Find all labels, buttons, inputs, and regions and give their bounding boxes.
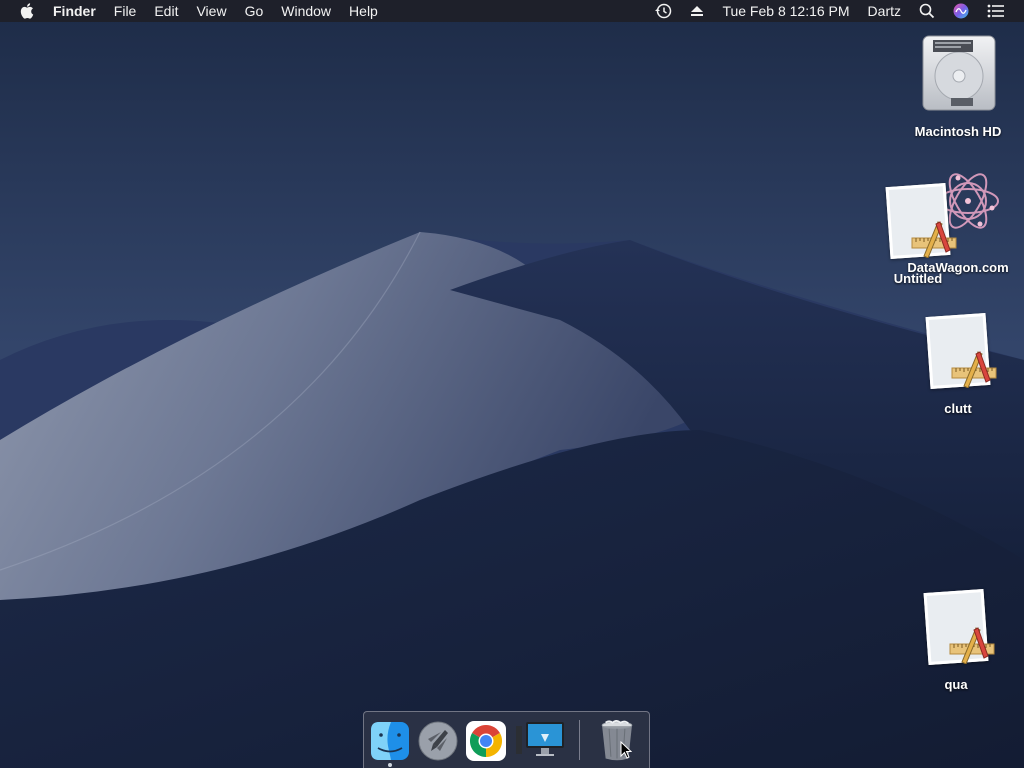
dock-separator <box>579 720 580 760</box>
hard-drive-icon <box>922 35 996 111</box>
desktop[interactable]: Finder File Edit View Go Window Help Tue… <box>0 0 1024 768</box>
desktop-icon-untitled[interactable]: Untitled <box>868 182 968 288</box>
menu-bar: Finder File Edit View Go Window Help Tue… <box>0 0 1024 22</box>
dock-finder-icon[interactable] <box>369 720 411 762</box>
menu-user[interactable]: Dartz <box>859 0 910 22</box>
menu-go[interactable]: Go <box>236 0 273 22</box>
desktop-icon-macintosh-hd[interactable]: Macintosh HD <box>908 32 1008 142</box>
menu-file[interactable]: File <box>105 0 146 22</box>
spotlight-search-icon[interactable] <box>910 3 944 19</box>
desktop-icon-label: Untitled <box>893 271 943 286</box>
mouse-cursor-icon <box>620 741 632 759</box>
menu-window[interactable]: Window <box>272 0 340 22</box>
desktop-icon-label: Macintosh HD <box>914 124 1002 139</box>
menu-clock[interactable]: Tue Feb 8 12:16 PM <box>713 0 858 22</box>
time-machine-icon[interactable] <box>645 3 681 19</box>
eject-icon[interactable] <box>681 5 713 17</box>
notification-center-icon[interactable] <box>978 4 1014 18</box>
apple-menu-icon[interactable] <box>0 3 44 19</box>
desktop-icon-qua[interactable]: qua <box>906 588 1006 694</box>
text-edit-pencil-icon <box>911 221 957 258</box>
dock-screen-sharing-icon[interactable] <box>514 720 568 762</box>
desktop-icon-clutt[interactable]: clutt <box>908 312 1008 418</box>
siri-icon[interactable] <box>944 3 978 19</box>
desktop-icon-label: qua <box>944 677 968 692</box>
menu-view[interactable]: View <box>187 0 235 22</box>
menu-edit[interactable]: Edit <box>145 0 187 22</box>
dock <box>363 711 650 768</box>
desktop-icon-label: clutt <box>944 401 972 416</box>
menu-help[interactable]: Help <box>340 0 387 22</box>
text-edit-pencil-icon <box>951 351 997 388</box>
running-indicator <box>388 763 392 767</box>
menu-app-finder[interactable]: Finder <box>44 0 105 22</box>
wallpaper-dunes <box>0 0 1024 768</box>
dock-chrome-icon[interactable] <box>465 720 507 762</box>
text-edit-pencil-icon <box>949 627 995 664</box>
dock-launchpad-icon[interactable] <box>417 720 459 762</box>
